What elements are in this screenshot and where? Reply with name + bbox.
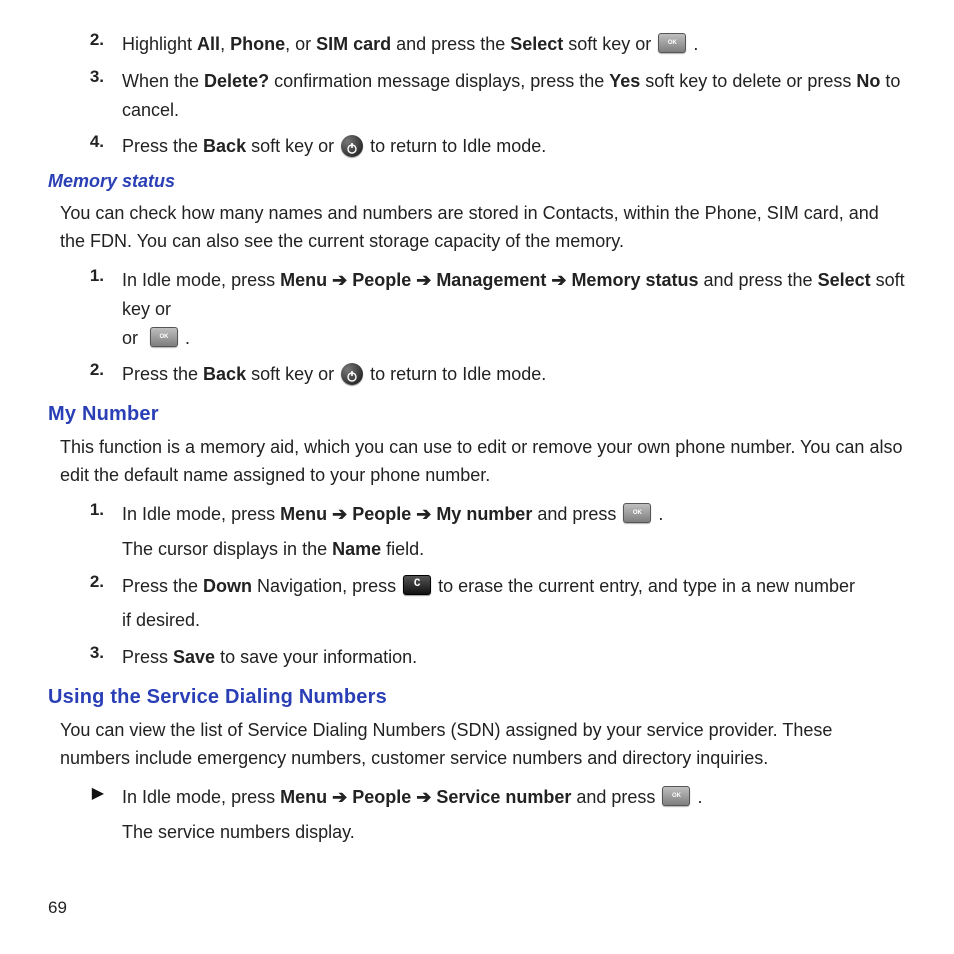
heading-my-number: My Number [48,403,906,426]
mem-step-2: 2. Press the Back soft key or to return … [48,360,906,389]
sdn-intro: You can view the list of Service Dialing… [60,717,906,773]
page-number: 69 [48,898,67,918]
step-text: In Idle mode, press Menu ➔ People ➔ Serv… [122,783,906,847]
step-number: 2. [48,30,122,50]
step-text: Press Save to save your information. [122,643,906,672]
heading-memory-status: Memory status [48,171,906,192]
power-back-icon [341,363,363,385]
manual-page: 2. Highlight All, Phone, or SIM card and… [0,0,954,954]
step-text: Press the Back soft key or to return to … [122,360,906,389]
my-number-intro: This function is a memory aid, which you… [60,434,906,490]
myn-step-1: 1. In Idle mode, press Menu ➔ People ➔ M… [48,500,906,564]
memory-status-intro: You can check how many names and numbers… [60,200,906,256]
step-number: 4. [48,132,122,152]
step-3-delete: 3. When the Delete? confirmation message… [48,67,906,125]
step-4-back: 4. Press the Back soft key or to return … [48,132,906,161]
step-text: Press the Down Navigation, press C to er… [122,572,906,636]
myn-step-2: 2. Press the Down Navigation, press C to… [48,572,906,636]
mem-step-1: 1. In Idle mode, press Menu ➔ People ➔ M… [48,266,906,352]
step-number: 2. [48,572,122,592]
step-2-highlight: 2. Highlight All, Phone, or SIM card and… [48,30,906,59]
step-number: 1. [48,266,122,286]
step-number: 3. [48,67,122,87]
heading-sdn: Using the Service Dialing Numbers [48,686,906,709]
ok-button-icon: OK [662,786,690,806]
step-text: When the Delete? confirmation message di… [122,67,906,125]
sdn-step: ▶ In Idle mode, press Menu ➔ People ➔ Se… [48,783,906,847]
step-text: Highlight All, Phone, or SIM card and pr… [122,30,906,59]
ok-button-icon: OK [150,327,178,347]
power-back-icon [341,135,363,157]
clear-button-icon: C [403,575,431,595]
triangle-bullet-icon: ▶ [48,783,122,803]
step-number: 2. [48,360,122,380]
ok-button-icon: OK [658,33,686,53]
step-number: 3. [48,643,122,663]
step-text: In Idle mode, press Menu ➔ People ➔ Mana… [122,266,906,352]
ok-button-icon: OK [623,503,651,523]
step-text: Press the Back soft key or to return to … [122,132,906,161]
step-number: 1. [48,500,122,520]
myn-step-3: 3. Press Save to save your information. [48,643,906,672]
step-text: In Idle mode, press Menu ➔ People ➔ My n… [122,500,906,564]
